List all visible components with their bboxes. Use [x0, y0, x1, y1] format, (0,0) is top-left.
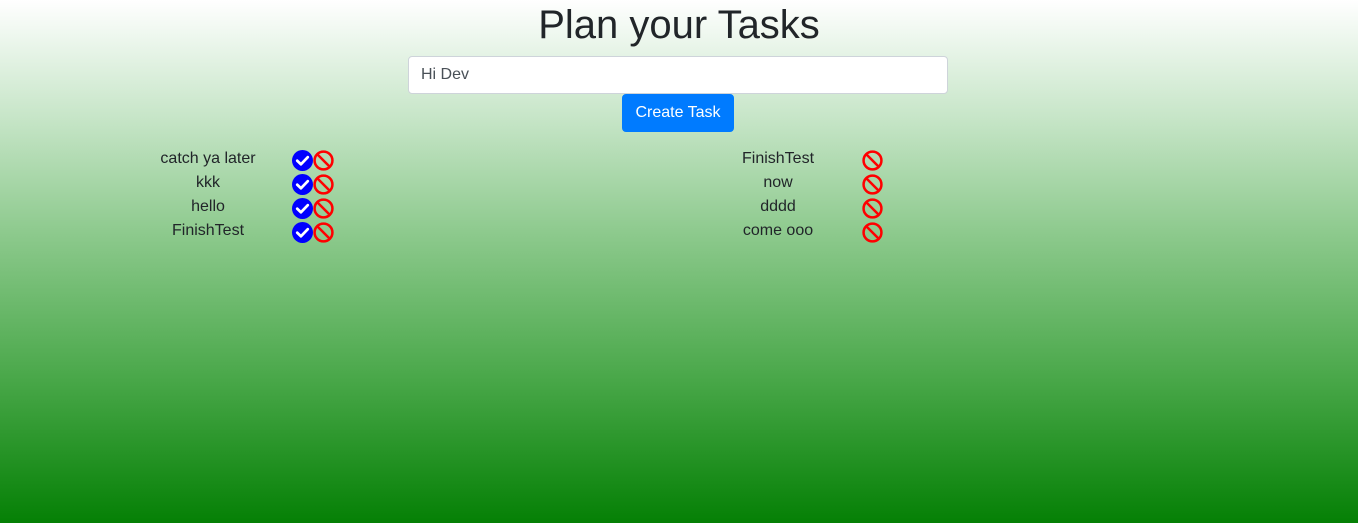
check-circle-icon[interactable]	[292, 173, 313, 195]
task-label: catch ya later	[160, 150, 256, 167]
ban-icon[interactable]	[313, 197, 334, 219]
ban-icon[interactable]	[313, 221, 334, 243]
task-row: dddd	[718, 196, 938, 220]
task-row: come ooo	[718, 220, 938, 244]
task-label: hello	[191, 198, 225, 215]
task-label: FinishTest	[741, 150, 815, 167]
check-circle-icon[interactable]	[292, 197, 313, 219]
task-label: dddd	[760, 198, 796, 215]
task-row: hello	[148, 196, 368, 220]
ban-icon[interactable]	[862, 149, 883, 171]
create-task-button[interactable]: Create Task	[622, 94, 734, 132]
ban-icon[interactable]	[313, 173, 334, 195]
ban-icon[interactable]	[862, 197, 883, 219]
check-circle-icon[interactable]	[292, 149, 313, 171]
ban-icon[interactable]	[313, 149, 334, 171]
task-label: now	[763, 174, 793, 191]
completed-task-list: FinishTest now dddd come ooo	[718, 148, 938, 244]
ban-icon[interactable]	[862, 173, 883, 195]
task-label: FinishTest	[171, 222, 245, 239]
task-label: kkk	[196, 174, 220, 191]
task-row: kkk	[148, 172, 368, 196]
task-input[interactable]	[408, 56, 948, 94]
check-circle-icon[interactable]	[292, 221, 313, 243]
ban-icon[interactable]	[862, 221, 883, 243]
task-row: catch ya later	[148, 148, 368, 172]
task-row: FinishTest	[718, 148, 938, 172]
task-row: now	[718, 172, 938, 196]
page-title: Plan your Tasks	[538, 3, 820, 47]
task-label: come ooo	[742, 222, 814, 239]
pending-task-list: catch ya later kkk hello FinishTest	[148, 148, 368, 244]
task-row: FinishTest	[148, 220, 368, 244]
